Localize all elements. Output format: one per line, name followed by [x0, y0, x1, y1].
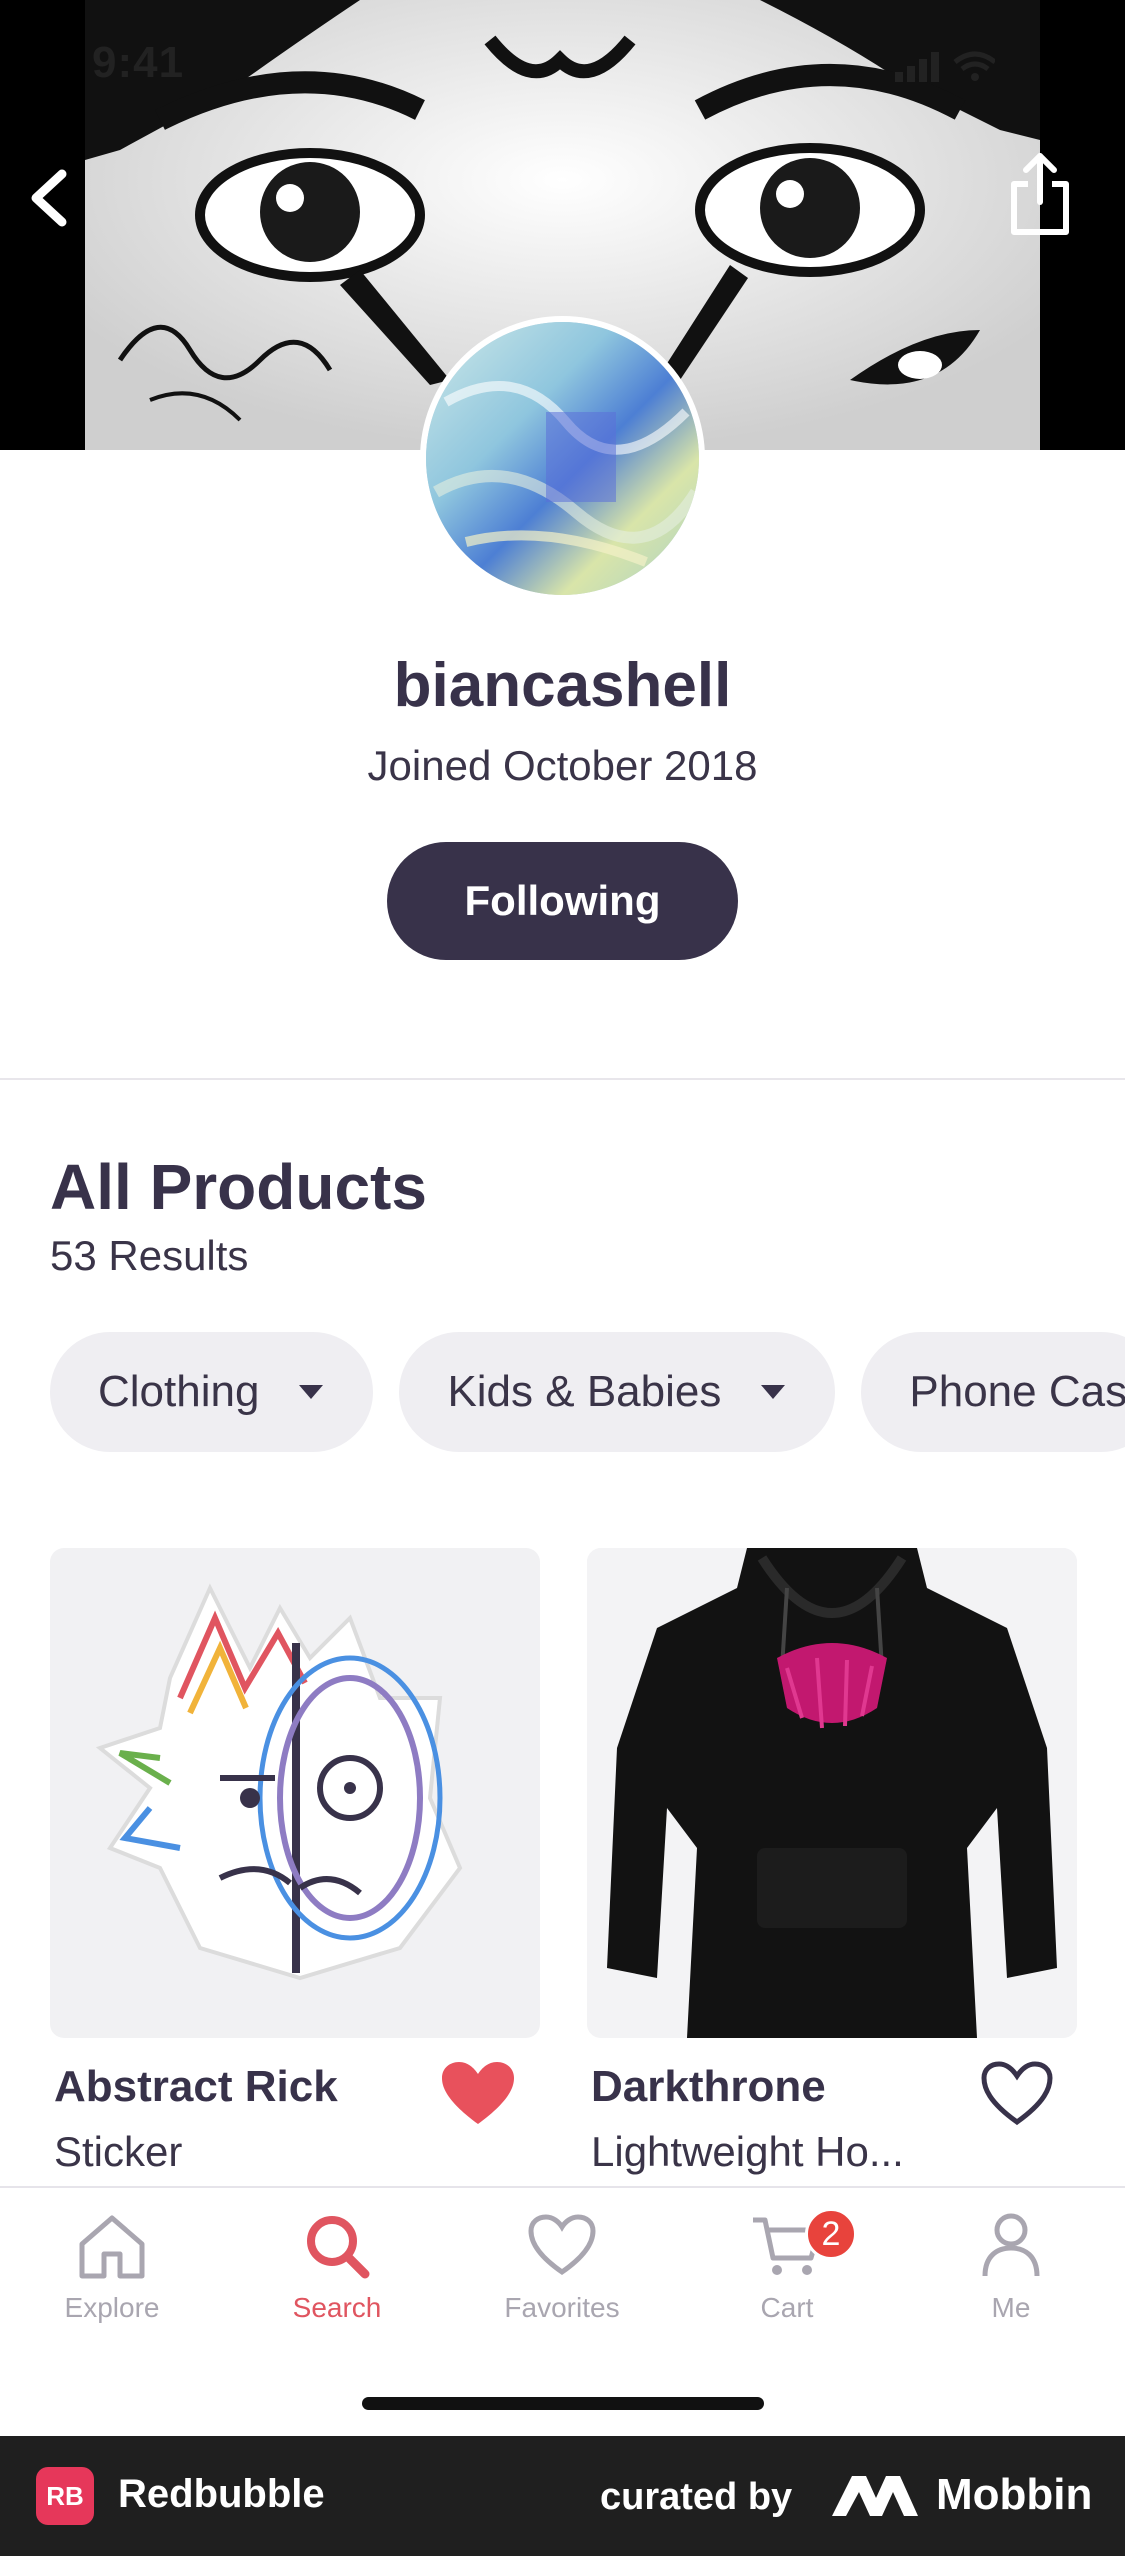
chevron-left-icon — [31, 169, 67, 227]
search-icon — [307, 2216, 370, 2279]
section-title: All Products — [50, 1151, 427, 1223]
avatar-image — [426, 322, 699, 595]
tab-label: Explore — [64, 2292, 160, 2323]
brand-name: Redbubble — [118, 2472, 325, 2516]
favorite-button[interactable] — [438, 2058, 518, 2130]
tab-label: Cart — [760, 2292, 814, 2323]
profile-joined-date: Joined October 2018 — [367, 742, 758, 789]
home-indicator — [362, 2397, 764, 2410]
product-title: Darkthrone — [591, 2062, 826, 2111]
signal-wifi-battery-icons — [895, 48, 997, 89]
chip-label: Clothing — [98, 1367, 260, 1416]
tab-label: Me — [991, 2292, 1031, 2323]
product-type: Sticker — [54, 2128, 183, 2175]
product-card[interactable]: Abstract Rick Sticker — [50, 1548, 540, 2175]
section-divider — [0, 1078, 1125, 1080]
tab-label: Favorites — [504, 2292, 620, 2323]
abstract-rick-sticker-image — [95, 1583, 463, 1981]
person-icon — [982, 2213, 1040, 2277]
following-button[interactable]: Following — [387, 842, 738, 960]
heart-filled-icon — [442, 2062, 514, 2124]
tab-explore[interactable]: Explore — [12, 2210, 212, 2360]
heart-outline-icon — [981, 2061, 1053, 2126]
filter-chip-clothing[interactable]: Clothing — [50, 1332, 374, 1452]
redbubble-logo-icon: RB — [36, 2467, 94, 2525]
mobbin-logo-icon — [830, 2470, 920, 2525]
curated-by-label: curated by — [600, 2476, 793, 2518]
caret-down-icon — [761, 1385, 786, 1399]
cart-badge: 2 — [805, 2208, 857, 2260]
tab-search[interactable]: Search — [237, 2210, 437, 2360]
tab-me[interactable]: Me — [911, 2210, 1111, 2360]
product-type: Lightweight Ho... — [591, 2128, 904, 2175]
caret-down-icon — [299, 1385, 324, 1399]
results-count: 53 Results — [50, 1232, 249, 1279]
tab-cart[interactable]: 2 Cart — [687, 2208, 887, 2360]
tab-label: Search — [292, 2292, 382, 2323]
filter-chip-phone-cases[interactable]: Phone Cases — [861, 1332, 1125, 1452]
filter-chip-kids-babies[interactable]: Kids & Babies — [399, 1332, 836, 1452]
profile-username: biancashell — [393, 651, 732, 720]
back-button[interactable] — [14, 156, 84, 236]
product-image[interactable] — [587, 1548, 1077, 2038]
footer-bar: RB Redbubble curated by Mobbin — [0, 2436, 1125, 2556]
status-time: 9:41 — [92, 38, 185, 87]
status-bar: 9:41 — [0, 0, 1125, 140]
tab-favorites[interactable]: Favorites — [462, 2210, 662, 2360]
heart-icon — [528, 2214, 596, 2276]
product-image[interactable] — [50, 1548, 540, 2038]
product-card[interactable]: Darkthrone Lightweight Ho... — [587, 1548, 1077, 2175]
favorite-button[interactable] — [977, 2058, 1057, 2130]
home-icon — [79, 2215, 145, 2279]
chip-label: Phone Cases — [909, 1367, 1125, 1416]
filter-chips: Clothing Kids & Babies Phone Cases — [50, 1332, 1125, 1452]
product-title: Abstract Rick — [54, 2062, 338, 2111]
avatar — [420, 316, 705, 601]
chip-label: Kids & Babies — [447, 1367, 722, 1416]
partner-name: Mobbin — [936, 2470, 1093, 2519]
share-button[interactable] — [1000, 150, 1080, 240]
darkthrone-hoodie-image — [587, 1548, 1077, 2038]
share-icon — [1011, 153, 1069, 235]
